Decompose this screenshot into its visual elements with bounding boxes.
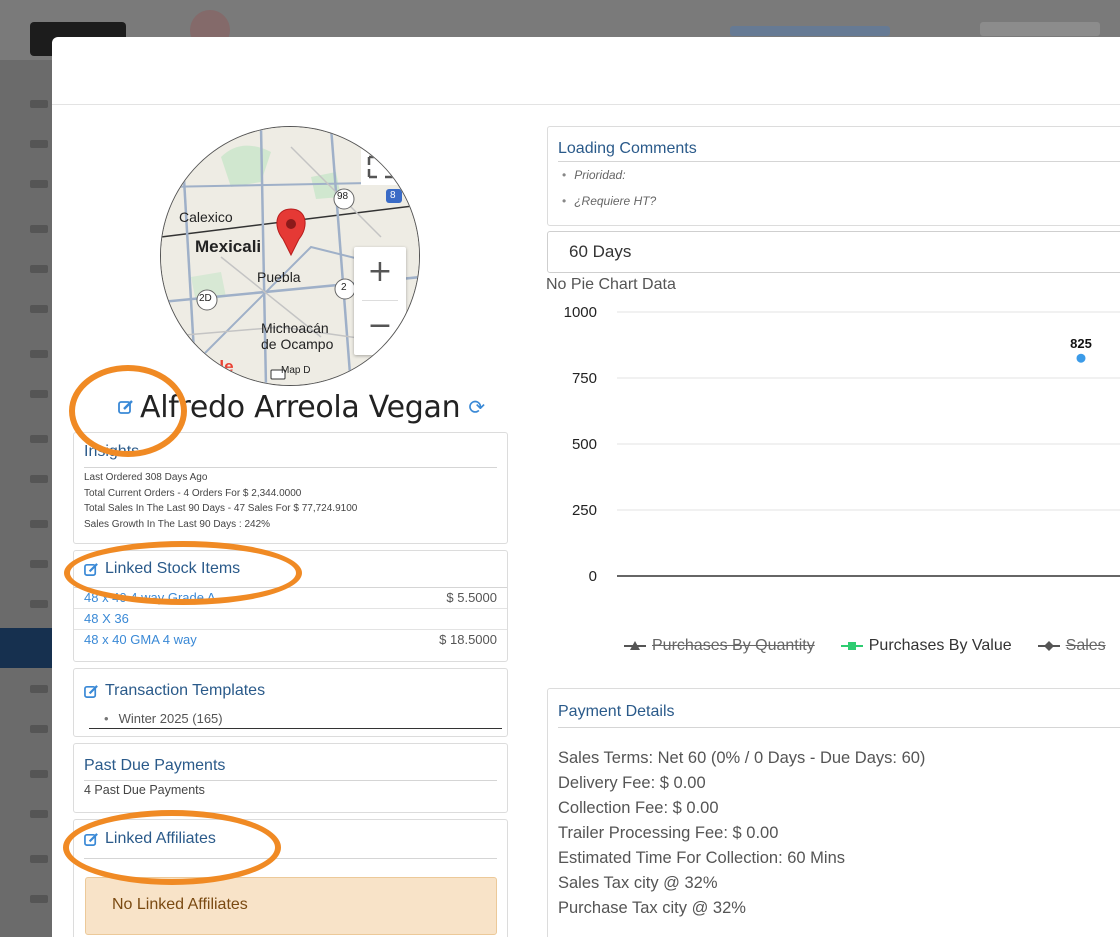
past-due-count: 4 Past Due Payments bbox=[84, 783, 205, 797]
map-label-michoacan: Michoacán bbox=[261, 320, 329, 336]
transaction-templates-panel: Transaction Templates Winter 2025 (165) bbox=[73, 668, 508, 737]
chart-y-tick-label: 0 bbox=[589, 568, 597, 585]
edit-affiliates-icon[interactable] bbox=[84, 832, 99, 847]
delivery-fee: Delivery Fee: $ 0.00 bbox=[558, 774, 706, 792]
map-shield-98: 98 bbox=[337, 191, 349, 202]
payment-details-title: Payment Details bbox=[558, 703, 675, 720]
legend-purchases-by-value[interactable]: Purchases By Value bbox=[840, 637, 1012, 655]
modal-header bbox=[52, 37, 1120, 105]
legend-purchases-by-quantity[interactable]: Purchases By Quantity bbox=[624, 637, 815, 655]
background-header-controls bbox=[980, 22, 1100, 36]
chart-y-tick-label: 500 bbox=[572, 436, 597, 453]
chart-y-tick-label: 1000 bbox=[564, 304, 597, 321]
stock-item-name[interactable]: 48 x 40 GMA 4 way bbox=[84, 630, 197, 650]
comments-panel: Loading Comments Prioridad: ¿Requiere HT… bbox=[547, 126, 1120, 226]
sales-tax: Sales Tax city @ 32% bbox=[558, 874, 718, 892]
linked-stock-title: Linked Stock Items bbox=[105, 560, 241, 577]
map-fullscreen-button[interactable] bbox=[361, 149, 401, 185]
google-logo: gle bbox=[209, 357, 234, 376]
stock-item-name[interactable]: 48 x 40 4 way Grade A bbox=[84, 588, 216, 608]
period-select[interactable]: 60 Days bbox=[547, 231, 1120, 273]
linked-affiliates-title: Linked Affiliates bbox=[105, 830, 216, 847]
chart-data-point[interactable] bbox=[1076, 353, 1086, 363]
chart-y-tick-label: 750 bbox=[572, 370, 597, 387]
template-item[interactable]: Winter 2025 (165) bbox=[74, 709, 507, 728]
map-shield-8: 8 bbox=[390, 190, 396, 201]
background-link bbox=[730, 26, 890, 36]
legend-triangle-icon bbox=[624, 641, 646, 650]
past-due-title: Past Due Payments bbox=[84, 757, 226, 774]
customer-name-row: Alfredo Arreola Vegan ⟳ bbox=[118, 389, 485, 425]
comment-item: Prioridad: bbox=[548, 162, 1120, 188]
no-pie-chart-text: No Pie Chart Data bbox=[546, 276, 676, 293]
sales-terms: Sales Terms: Net 60 (0% / 0 Days - Due D… bbox=[558, 749, 926, 767]
stock-item-row[interactable]: 48 X 36 bbox=[74, 609, 507, 630]
trailer-processing-fee: Trailer Processing Fee: $ 0.00 bbox=[558, 824, 779, 842]
refresh-icon[interactable]: ⟳ bbox=[468, 395, 485, 420]
legend-square-icon bbox=[840, 642, 863, 650]
insight-last-ordered: Last Ordered 308 Days Ago bbox=[84, 472, 208, 483]
location-map[interactable]: Calexico Mexicali Puebla Michoacán de Oc… bbox=[160, 126, 420, 386]
stock-item-price: $ 5.5000 bbox=[446, 590, 497, 605]
payment-details-panel: Payment Details Sales Terms: Net 60 (0% … bbox=[547, 688, 1120, 937]
map-shield-2: 2 bbox=[341, 282, 347, 293]
insight-total-sales: Total Sales In The Last 90 Days - 47 Sal… bbox=[84, 503, 358, 514]
insights-panel: Insights Last Ordered 308 Days Ago Total… bbox=[73, 432, 508, 544]
background-sidebar bbox=[0, 60, 52, 937]
background-sidebar-active-item bbox=[0, 628, 52, 668]
map-label-calexico: Calexico bbox=[179, 209, 233, 225]
chart-x-tick-label: 2025-04-07 bbox=[1043, 597, 1120, 599]
chart-legend: Purchases By Quantity Purchases By Value… bbox=[624, 637, 1106, 655]
comments-title: Loading Comments bbox=[558, 140, 697, 157]
customer-name: Alfredo Arreola Vegan bbox=[140, 389, 461, 425]
stock-item-row[interactable]: 48 x 40 GMA 4 way $ 18.5000 bbox=[74, 630, 507, 650]
legend-diamond-icon bbox=[1037, 641, 1060, 651]
stock-item-name[interactable]: 48 X 36 bbox=[84, 609, 129, 629]
stock-item-row[interactable]: 48 x 40 4 way Grade A $ 5.5000 bbox=[74, 588, 507, 609]
map-data-attribution[interactable]: Map D bbox=[281, 365, 310, 376]
customer-modal: Calexico Mexicali Puebla Michoacán de Oc… bbox=[52, 37, 1120, 937]
map-label-de-ocampo: de Ocampo bbox=[261, 336, 334, 352]
estimated-collection-time: Estimated Time For Collection: 60 Mins bbox=[558, 849, 846, 867]
map-shield-2d: 2D bbox=[199, 293, 212, 304]
insights-title: Insights bbox=[84, 443, 140, 460]
linked-affiliates-panel: Linked Affiliates No Linked Affiliates bbox=[73, 819, 508, 937]
chart-y-tick-label: 250 bbox=[572, 502, 597, 519]
linked-stock-panel: Linked Stock Items 48 x 40 4 way Grade A… bbox=[73, 550, 508, 662]
comment-item: ¿Requiere HT? bbox=[548, 188, 1120, 214]
insight-current-orders: Total Current Orders - 4 Orders For $ 2,… bbox=[84, 487, 302, 499]
chart-data-label: 825 bbox=[1070, 336, 1092, 351]
purchase-tax: Purchase Tax city @ 32% bbox=[558, 899, 746, 917]
map-zoom-controls: + − bbox=[354, 247, 406, 355]
transaction-templates-title: Transaction Templates bbox=[105, 682, 266, 699]
edit-stock-icon[interactable] bbox=[84, 562, 99, 577]
map-zoom-out-button[interactable]: − bbox=[354, 301, 406, 353]
no-affiliates-alert: No Linked Affiliates bbox=[85, 877, 497, 935]
collection-fee: Collection Fee: $ 0.00 bbox=[558, 799, 719, 817]
insight-sales-growth: Sales Growth In The Last 90 Days : 242% bbox=[84, 518, 271, 530]
past-due-panel: Past Due Payments 4 Past Due Payments bbox=[73, 743, 508, 813]
edit-name-icon[interactable] bbox=[118, 399, 134, 415]
legend-sales[interactable]: Sales bbox=[1037, 637, 1106, 655]
sales-chart: 0 250 500 750 1000 2025-04-07 825 bbox=[564, 304, 1120, 599]
edit-templates-icon[interactable] bbox=[84, 684, 99, 699]
fullscreen-icon bbox=[367, 155, 395, 179]
stock-item-price: $ 18.5000 bbox=[439, 632, 497, 647]
map-label-puebla: Puebla bbox=[257, 269, 301, 285]
map-zoom-in-button[interactable]: + bbox=[354, 247, 406, 299]
map-label-mexicali: Mexicali bbox=[195, 237, 262, 256]
